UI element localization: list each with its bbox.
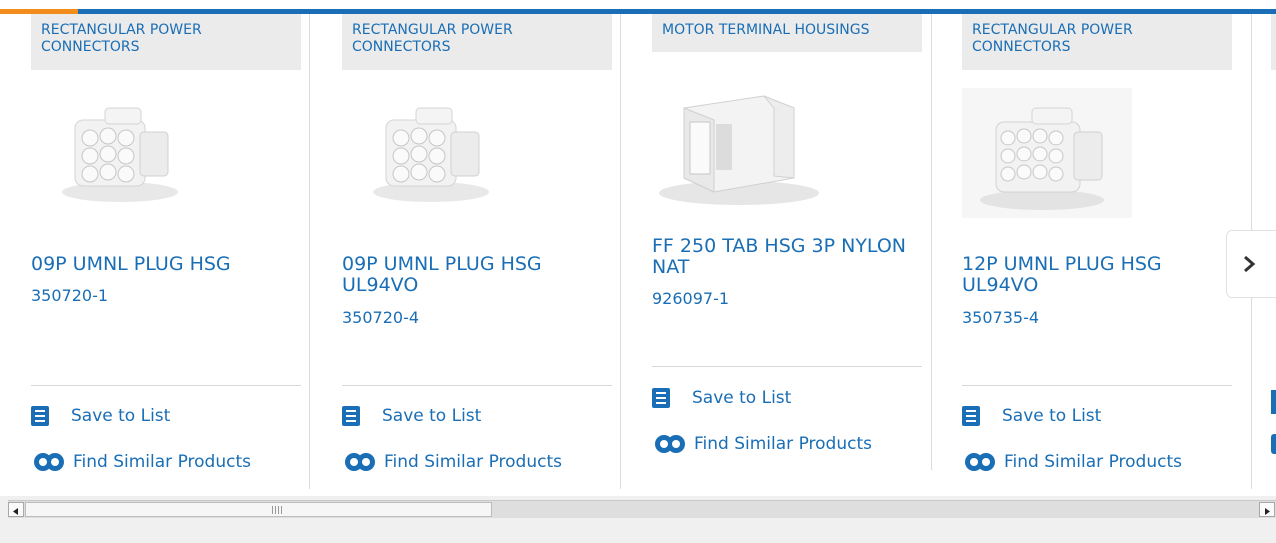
find-similar-icon[interactable] [1271, 434, 1276, 454]
find-similar-label: Find Similar Products [384, 452, 562, 472]
category-label[interactable]: MOTOR TERMINAL HOUSINGS [652, 14, 922, 52]
scrollbar-thumb[interactable] [25, 502, 492, 517]
category-label[interactable] [1271, 14, 1276, 70]
category-label[interactable]: RECTANGULAR POWER CONNECTORS [31, 14, 301, 70]
checklist-icon [652, 388, 670, 408]
divider [962, 385, 1232, 386]
product-title[interactable]: 09P UMNL PLUG HSG [31, 254, 291, 275]
save-label: Save to List [71, 406, 171, 426]
category-label[interactable]: RECTANGULAR POWER CONNECTORS [342, 14, 612, 70]
product-title[interactable]: 09P UMNL PLUG HSG UL94VO [342, 254, 602, 296]
product-card: RECTANGULAR POWER CONNECTORS 09P UMNL PL… [0, 14, 310, 489]
arrow-right-icon [1265, 508, 1270, 515]
find-similar-button[interactable]: Find Similar Products [962, 451, 1182, 473]
chevron-right-icon [1244, 255, 1256, 273]
find-similar-icon [965, 453, 995, 471]
divider [652, 366, 922, 367]
product-title[interactable]: FF 250 TAB HSG 3P NYLON NAT [652, 236, 912, 278]
save-to-list-button[interactable]: Save to List [342, 406, 481, 426]
find-similar-label: Find Similar Products [694, 434, 872, 454]
top-accent-bar [0, 0, 1276, 14]
save-label: Save to List [1002, 406, 1102, 426]
checklist-icon [342, 406, 360, 426]
horizontal-scrollbar[interactable] [8, 500, 1276, 518]
product-card: MOTOR TERMINAL HOUSINGS FF 250 TAB HSG 3… [622, 14, 932, 470]
product-card: RECTANGULAR POWER CONNECTORS 09P UMNL PL… [311, 14, 621, 489]
product-image[interactable] [361, 90, 511, 210]
save-label: Save to List [692, 388, 792, 408]
checklist-icon [31, 406, 49, 426]
find-similar-icon [34, 453, 64, 471]
divider [342, 385, 612, 386]
scroll-right-button[interactable] [1259, 502, 1275, 517]
part-number[interactable]: 926097-1 [652, 289, 729, 308]
save-to-list-button[interactable]: Save to List [652, 388, 791, 408]
find-similar-button[interactable]: Find Similar Products [342, 451, 562, 473]
find-similar-button[interactable]: Find Similar Products [652, 433, 872, 455]
product-image[interactable] [50, 90, 200, 210]
save-label: Save to List [382, 406, 482, 426]
part-number[interactable]: 350735-4 [962, 308, 1039, 327]
find-similar-label: Find Similar Products [73, 452, 251, 472]
product-carousel: RECTANGULAR POWER CONNECTORS 09P UMNL PL… [0, 14, 1276, 496]
arrow-left-icon [13, 508, 18, 515]
divider [31, 385, 301, 386]
carousel-next-button[interactable] [1226, 230, 1276, 298]
part-number[interactable]: 350720-4 [342, 308, 419, 327]
grip-icon [272, 506, 282, 514]
find-similar-icon [655, 435, 685, 453]
find-similar-label: Find Similar Products [1004, 452, 1182, 472]
part-number[interactable]: 350720-1 [31, 286, 108, 305]
save-to-list-button[interactable]: Save to List [962, 406, 1101, 426]
product-card: RECTANGULAR POWER CONNECTORS 12P UMNL PL… [942, 14, 1252, 489]
scroll-left-button[interactable] [8, 502, 24, 517]
product-image[interactable] [962, 88, 1132, 218]
category-label[interactable]: RECTANGULAR POWER CONNECTORS [962, 14, 1232, 70]
checklist-icon[interactable] [1271, 390, 1276, 414]
save-to-list-button[interactable]: Save to List [31, 406, 170, 426]
find-similar-button[interactable]: Find Similar Products [31, 451, 251, 473]
product-title[interactable]: 12P UMNL PLUG HSG UL94VO [962, 254, 1222, 296]
checklist-icon [962, 406, 980, 426]
find-similar-icon [345, 453, 375, 471]
product-image[interactable] [654, 68, 824, 208]
